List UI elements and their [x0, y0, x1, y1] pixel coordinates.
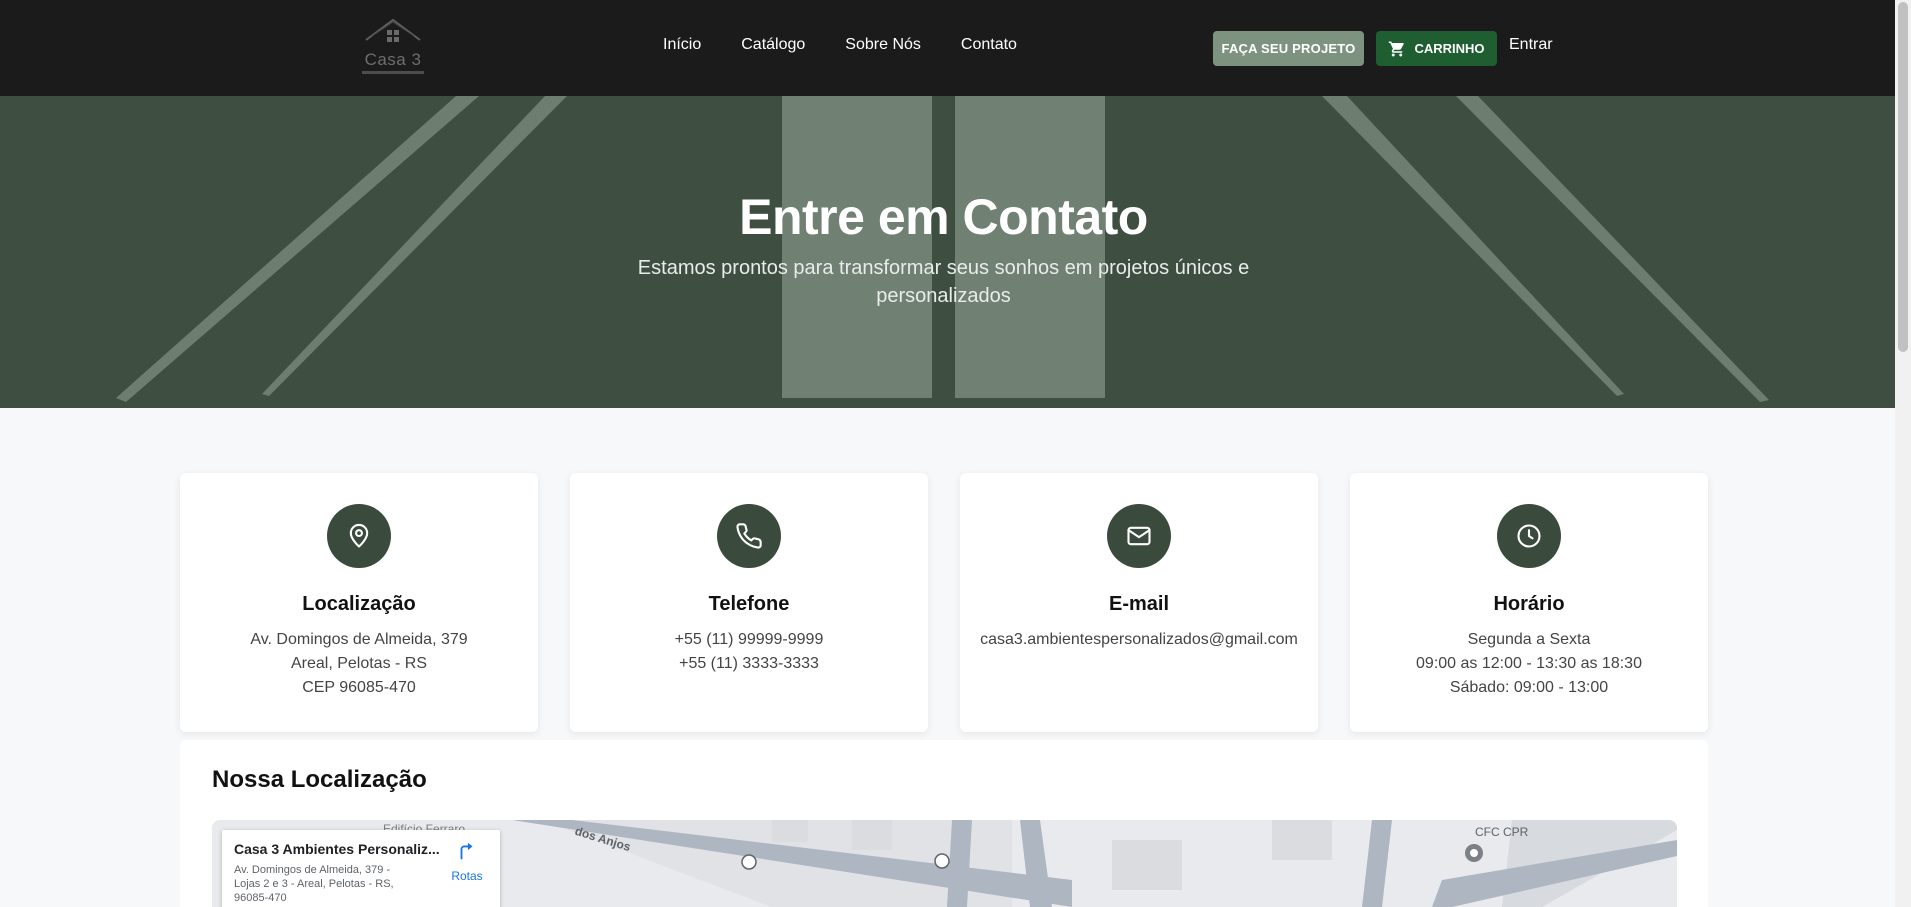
map-poi-label: CFC CPR — [1475, 825, 1529, 839]
card-details: casa3.ambientespersonalizados@gmail.com — [960, 628, 1318, 652]
mail-icon — [1127, 526, 1151, 546]
cart-button-label: CARRINHO — [1414, 41, 1485, 56]
nav-link-inicio[interactable]: Início — [663, 36, 701, 58]
navbar: Casa 3 Início Catálogo Sobre Nós Contato… — [0, 0, 1895, 96]
embedded-map[interactable]: Edifício Ferraro dos Anjos CFC CPR Casa … — [212, 820, 1677, 907]
clock-icon — [1517, 524, 1541, 548]
card-title: Telefone — [708, 593, 790, 615]
card-hours: Horário Segunda a Sexta 09:00 as 12:00 -… — [1350, 473, 1708, 732]
nav-link-sobre-nos[interactable]: Sobre Nós — [845, 36, 921, 58]
address-line: CEP 96085-470 — [302, 679, 416, 696]
card-phone: Telefone +55 (11) 99999-9999 +55 (11) 33… — [570, 473, 928, 732]
location-title: Nossa Localização — [212, 766, 427, 793]
main-nav: Início Catálogo Sobre Nós Contato — [663, 36, 1057, 58]
card-details: +55 (11) 99999-9999 +55 (11) 3333-3333 — [570, 628, 928, 676]
map-directions-button[interactable]: Rotas — [447, 840, 487, 883]
nav-link-contato[interactable]: Contato — [961, 36, 1017, 58]
page-scrollbar[interactable] — [1895, 0, 1911, 907]
logo-text: Casa 3 — [364, 50, 422, 69]
location-section: Nossa Localização Edifício Ferraro dos A… — [180, 740, 1708, 907]
login-link[interactable]: Entrar — [1509, 36, 1553, 54]
card-icon-circle — [327, 504, 391, 568]
hours-line: Sábado: 09:00 - 13:00 — [1449, 679, 1609, 696]
card-details: Av. Domingos de Almeida, 379 Areal, Pelo… — [180, 628, 538, 700]
card-icon-circle — [1497, 504, 1561, 568]
map-place-name[interactable]: Casa 3 Ambientes Personaliz... — [234, 841, 444, 857]
email-address[interactable]: casa3.ambientespersonalizados@gmail.com — [960, 628, 1318, 652]
map-place-address: Av. Domingos de Almeida, 379 - Lojas 2 e… — [234, 864, 394, 904]
map-pin-icon — [349, 523, 369, 548]
phone-number[interactable]: +55 (11) 99999-9999 — [570, 628, 928, 652]
card-location: Localização Av. Domingos de Almeida, 379… — [180, 473, 538, 732]
card-icon-circle — [1107, 504, 1171, 568]
card-icon-circle — [717, 504, 781, 568]
logo-tagline — [362, 71, 424, 74]
hours-line: Segunda a Sexta — [1467, 631, 1591, 648]
make-project-button[interactable]: FAÇA SEU PROJETO — [1213, 31, 1364, 66]
card-title: Horário — [1493, 593, 1565, 615]
map-place-card: Casa 3 Ambientes Personaliz... Av. Domin… — [222, 830, 500, 907]
page-title: Entre em Contato — [739, 189, 1148, 245]
hours-line: 09:00 as 12:00 - 13:30 as 18:30 — [1416, 655, 1642, 672]
scrollbar-thumb[interactable] — [1898, 2, 1908, 352]
card-email: E-mail casa3.ambientespersonalizados@gma… — [960, 473, 1318, 732]
map-directions-label: Rotas — [451, 869, 483, 883]
phone-icon — [736, 523, 762, 549]
card-details: Segunda a Sexta 09:00 as 12:00 - 13:30 a… — [1350, 628, 1708, 700]
casa3-logo[interactable]: Casa 3 — [360, 16, 426, 80]
phone-number[interactable]: +55 (11) 3333-3333 — [570, 652, 928, 676]
card-title: Localização — [302, 593, 416, 615]
nav-link-catalogo[interactable]: Catálogo — [741, 36, 805, 58]
hero-banner: Entre em Contato Estamos prontos para tr… — [0, 96, 1895, 408]
address-line: Areal, Pelotas - RS — [290, 655, 428, 672]
cart-icon — [1389, 41, 1405, 56]
address-line: Av. Domingos de Almeida, 379 — [250, 631, 468, 648]
card-title: E-mail — [1108, 593, 1170, 615]
hero-background-graphic — [116, 96, 1769, 402]
directions-icon — [460, 842, 473, 860]
cart-button[interactable]: CARRINHO — [1376, 31, 1497, 66]
hero-subtitle: Estamos prontos para transformar seus so… — [637, 257, 1250, 307]
